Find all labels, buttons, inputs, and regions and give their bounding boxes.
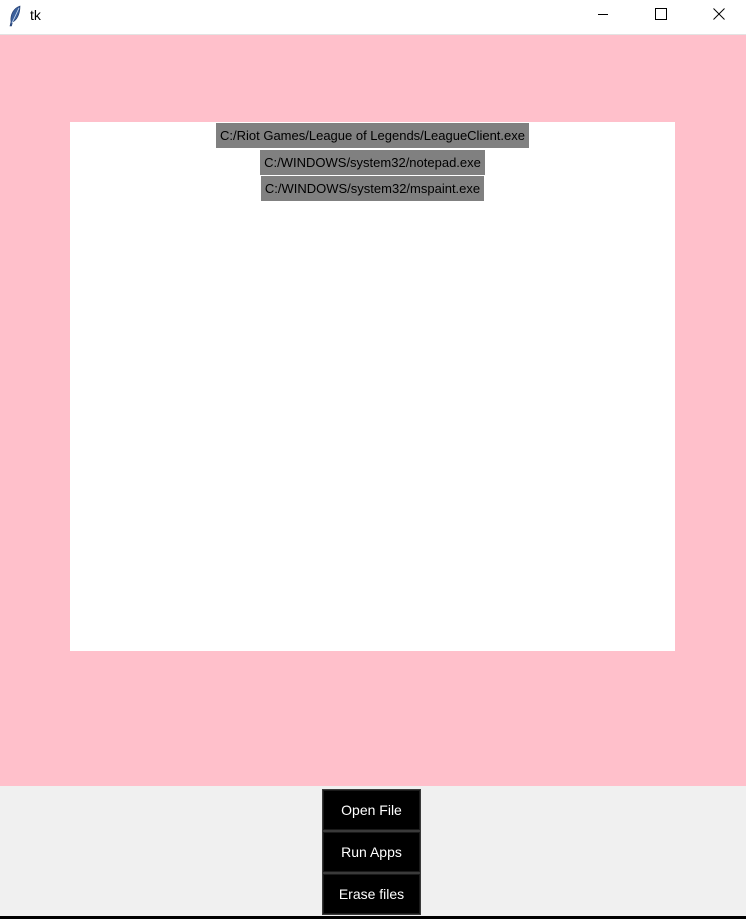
close-icon bbox=[713, 7, 725, 25]
file-path-label[interactable]: C:/Riot Games/League of Legends/LeagueCl… bbox=[216, 123, 529, 148]
erase-files-button[interactable]: Erase files bbox=[322, 873, 421, 915]
list-item[interactable]: C:/WINDOWS/system32/notepad.exe bbox=[70, 150, 675, 175]
list-item[interactable]: C:/Riot Games/League of Legends/LeagueCl… bbox=[70, 123, 675, 148]
maximize-icon bbox=[655, 7, 667, 25]
feather-icon bbox=[8, 5, 22, 27]
file-listbox[interactable]: C:/Riot Games/League of Legends/LeagueCl… bbox=[70, 122, 675, 651]
run-apps-button[interactable]: Run Apps bbox=[322, 831, 421, 873]
pink-canvas: C:/Riot Games/League of Legends/LeagueCl… bbox=[0, 35, 746, 786]
window-title: tk bbox=[30, 7, 41, 23]
file-path-label[interactable]: C:/WINDOWS/system32/mspaint.exe bbox=[260, 176, 485, 201]
title-bar[interactable]: tk bbox=[0, 0, 746, 35]
app-window: tk C:/Riot Games/League of Legends/Leagu… bbox=[0, 0, 746, 919]
minimize-button[interactable] bbox=[580, 0, 626, 31]
list-item[interactable]: C:/WINDOWS/system32/mspaint.exe bbox=[70, 176, 675, 201]
open-file-button[interactable]: Open File bbox=[322, 789, 421, 831]
button-panel: Open File Run Apps Erase files bbox=[0, 786, 746, 916]
close-button[interactable] bbox=[696, 0, 742, 31]
minimize-icon bbox=[597, 7, 609, 25]
file-path-label[interactable]: C:/WINDOWS/system32/notepad.exe bbox=[260, 150, 485, 175]
maximize-button[interactable] bbox=[638, 0, 684, 31]
